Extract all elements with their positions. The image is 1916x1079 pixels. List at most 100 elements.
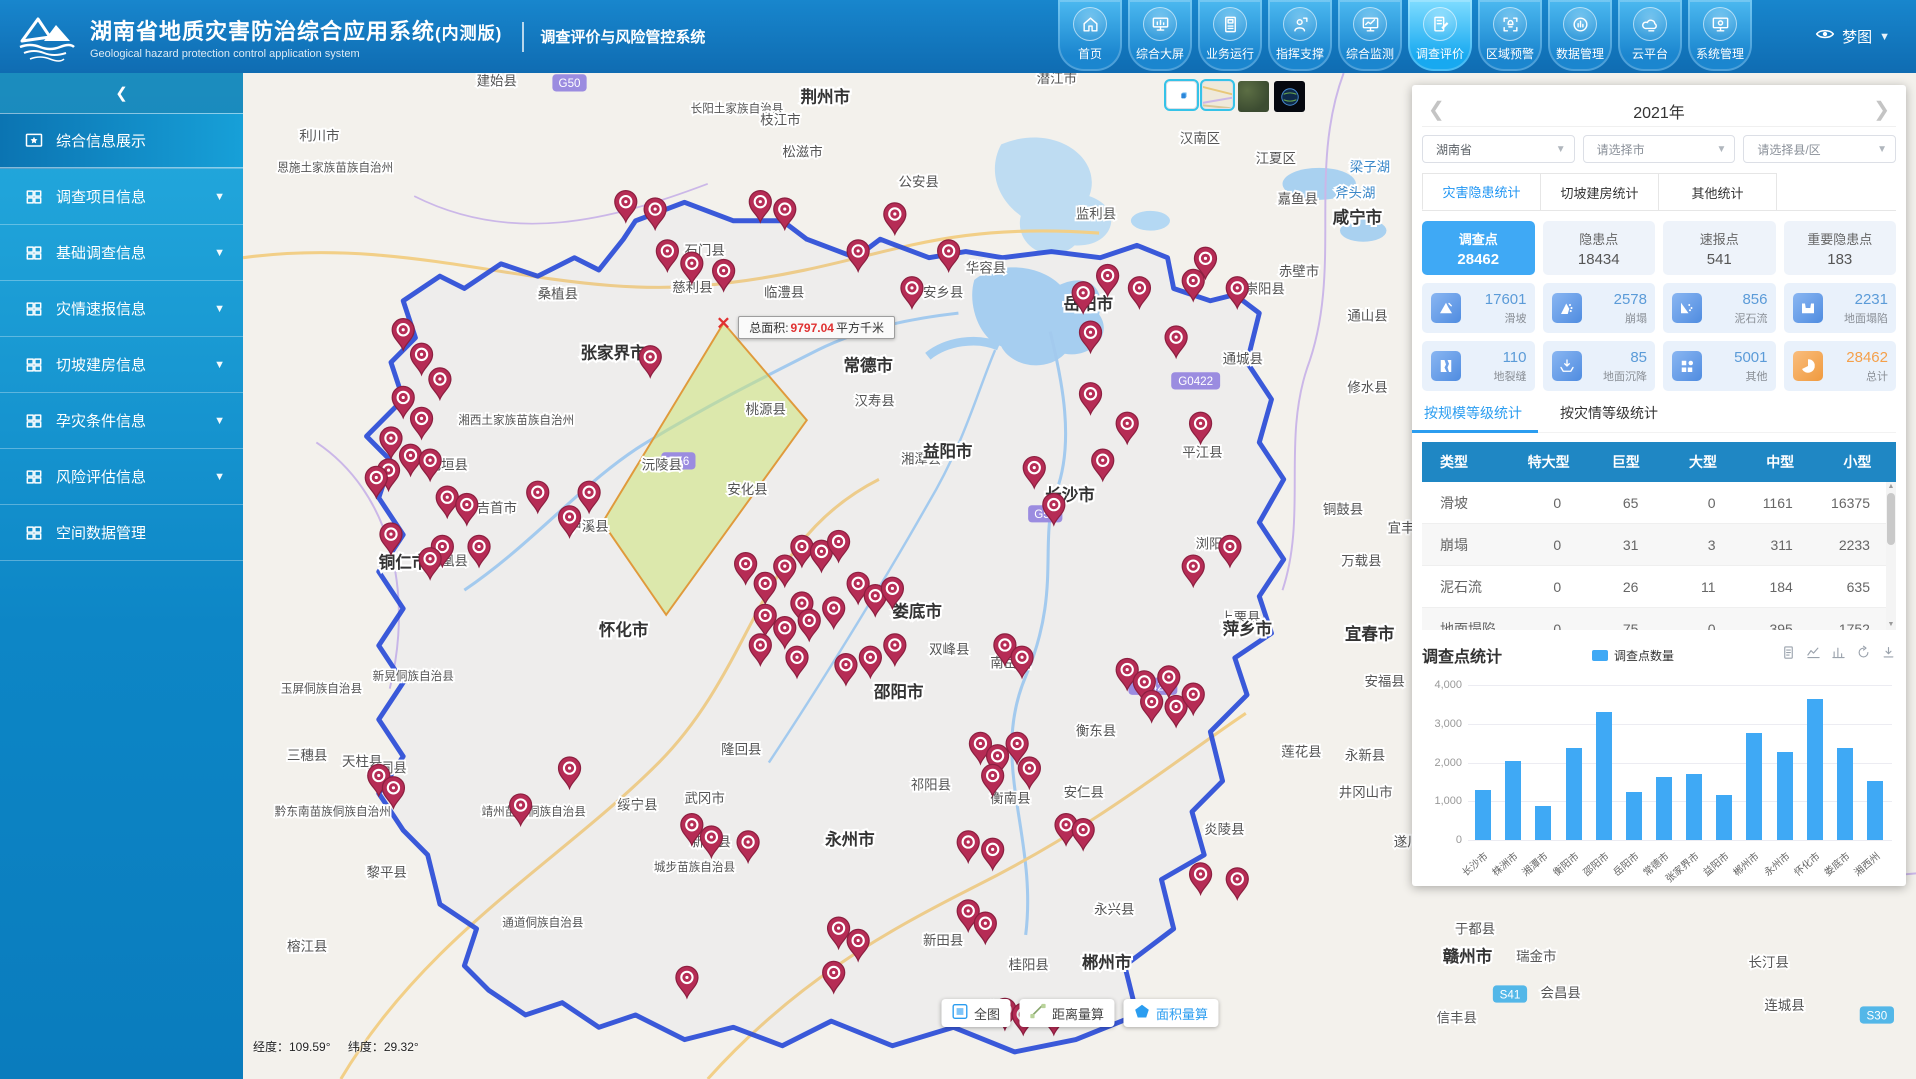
table-cell: 395	[1742, 621, 1819, 631]
sidebar-item-空间数据管理[interactable]: 空间数据管理	[0, 505, 243, 561]
chart-bar-益阳市[interactable]	[1716, 795, 1732, 840]
table-cell: 0	[1510, 495, 1587, 511]
table-row[interactable]: 泥石流02611184635	[1422, 566, 1896, 608]
grid-icon	[24, 243, 44, 263]
hazard-type-cards-row1: 17601滑坡2578崩塌856泥石流2231地面塌陷	[1422, 283, 1896, 333]
satellite-thumbnail[interactable]	[1238, 81, 1269, 112]
table-row[interactable]: 滑坡0650116116375	[1422, 482, 1896, 524]
table-body[interactable]: 滑坡0650116116375崩塌03133112233泥石流026111846…	[1422, 482, 1896, 630]
pie-icon	[1793, 351, 1823, 381]
table-scrollbar[interactable]: ▲ ▼	[1886, 482, 1896, 630]
nav-item-综合监测[interactable]: 综合监测	[1338, 0, 1402, 71]
grid-icon	[24, 299, 44, 319]
map-tool-距离量算[interactable]: 距离量算	[1019, 999, 1114, 1027]
city-label: 咸宁市	[1333, 207, 1383, 227]
map-toolbar: 全图距离量算面积量算	[941, 999, 1218, 1027]
nav-item-综合大屏[interactable]: 综合大屏	[1128, 0, 1192, 71]
chart-bar-岳阳市[interactable]	[1626, 792, 1642, 840]
y-axis-tick: 1,000	[1422, 795, 1462, 807]
nav-item-首页[interactable]: 首页	[1058, 0, 1122, 71]
map-tool-全图[interactable]: 全图	[941, 999, 1010, 1027]
county-label: 通道侗族自治县	[502, 915, 583, 929]
stat-card-速报点[interactable]: 速报点541	[1663, 221, 1776, 275]
table-row[interactable]: 地面塌陷07503951752	[1422, 608, 1896, 630]
chart-bar-长沙市[interactable]	[1475, 790, 1491, 840]
sidebar-item-label: 孕灾条件信息	[56, 410, 146, 431]
chart-bar-郴州市[interactable]	[1746, 733, 1762, 840]
nav-item-数据管理[interactable]: 数据管理	[1548, 0, 1612, 71]
county-label: 榕江县	[287, 939, 327, 954]
stat-card-调查点[interactable]: 调查点28462	[1422, 221, 1535, 275]
chart-bar-株洲市[interactable]	[1505, 761, 1521, 840]
sidebar-menu: 综合信息展示调查项目信息▼基础调查信息▼灾情速报信息▼切坡建房信息▼孕灾条件信息…	[0, 113, 243, 561]
region-select-0[interactable]: 湖南省▼	[1422, 135, 1575, 163]
map-tool-面积量算[interactable]: 面积量算	[1123, 999, 1218, 1027]
tab-切坡建房统计[interactable]: 切坡建房统计	[1540, 173, 1659, 210]
chart-bar-衡阳市[interactable]	[1566, 748, 1582, 840]
next-year-button[interactable]: ❯	[1867, 97, 1896, 122]
sidebar-item-基础调查信息[interactable]: 基础调查信息▼	[0, 225, 243, 281]
hazard-card-泥石流[interactable]: 856泥石流	[1663, 283, 1776, 333]
stat-card-value: 18434	[1578, 251, 1620, 268]
hazard-card-其他[interactable]: 5001其他	[1663, 341, 1776, 391]
user-menu[interactable]: 梦图 ▼	[1815, 0, 1890, 73]
chart-bar-湘西州[interactable]	[1867, 781, 1883, 840]
bar-chart-icon[interactable]	[1831, 645, 1846, 665]
subsidence-icon	[1552, 351, 1582, 381]
chart-bar-常德市[interactable]	[1656, 777, 1672, 840]
county-label: 恩施土家族苗族自治州	[277, 160, 393, 174]
prev-year-button[interactable]: ❮	[1422, 97, 1451, 122]
refresh-icon[interactable]	[1856, 645, 1871, 665]
table-row[interactable]: 崩塌03133112233	[1422, 524, 1896, 566]
sidebar-item-灾情速报信息[interactable]: 灾情速报信息▼	[0, 281, 243, 337]
nav-item-业务运行[interactable]: 业务运行	[1198, 0, 1262, 71]
tab-灾害隐患统计[interactable]: 灾害隐患统计	[1422, 173, 1541, 210]
chart-bar-张家界市[interactable]	[1686, 774, 1702, 840]
hazard-card-总计[interactable]: 28462总计	[1784, 341, 1897, 391]
subtab-按规模等级统计[interactable]: 按规模等级统计	[1422, 403, 1524, 432]
line-chart-icon[interactable]	[1806, 645, 1821, 665]
hazard-card-label: 总计	[1866, 368, 1888, 384]
hazard-card-地面沉降[interactable]: 85地面沉降	[1543, 341, 1656, 391]
hazard-card-label: 地面沉降	[1603, 368, 1647, 384]
sidebar-item-风险评估信息[interactable]: 风险评估信息▼	[0, 449, 243, 505]
data-view-icon[interactable]	[1781, 645, 1796, 665]
subtab-按灾情等级统计[interactable]: 按灾情等级统计	[1558, 403, 1660, 432]
hazard-card-value: 2578	[1614, 291, 1647, 308]
nav-item-区域预警[interactable]: 区域预警	[1478, 0, 1542, 71]
sidebar-item-孕灾条件信息[interactable]: 孕灾条件信息▼	[0, 393, 243, 449]
layers-icon[interactable]	[1166, 81, 1197, 109]
sidebar-collapse-button[interactable]: ❮	[0, 73, 243, 113]
nav-item-指挥支撑[interactable]: 指挥支撑	[1268, 0, 1332, 71]
stat-card-隐患点[interactable]: 隐患点18434	[1543, 221, 1656, 275]
nav-item-系统管理[interactable]: 系统管理	[1688, 0, 1752, 71]
hazard-card-崩塌[interactable]: 2578崩塌	[1543, 283, 1656, 333]
roadmap-thumbnail[interactable]	[1202, 81, 1233, 109]
scroll-up-icon[interactable]: ▲	[1886, 482, 1896, 492]
chart-bar-永州市[interactable]	[1777, 752, 1793, 840]
region-select-1[interactable]: 请选择市▼	[1583, 135, 1736, 163]
chart-bar-邵阳市[interactable]	[1596, 712, 1612, 840]
county-label: 松滋市	[782, 144, 822, 160]
hazard-card-地裂缝[interactable]: 110地裂缝	[1422, 341, 1535, 391]
chart-bar-湘潭市[interactable]	[1535, 806, 1551, 840]
globe-thumbnail[interactable]	[1274, 81, 1305, 112]
stat-card-重要隐患点[interactable]: 重要隐患点183	[1784, 221, 1897, 275]
nav-item-调查评价[interactable]: 调查评价	[1408, 0, 1472, 71]
sidebar-item-调查项目信息[interactable]: 调查项目信息▼	[0, 169, 243, 225]
sidebar-item-综合信息展示[interactable]: 综合信息展示	[0, 113, 243, 169]
download-icon[interactable]	[1881, 645, 1896, 665]
hazard-card-滑坡[interactable]: 17601滑坡	[1422, 283, 1535, 333]
nav-item-云平台[interactable]: 云平台	[1618, 0, 1682, 71]
region-select-2[interactable]: 请选择县/区▼	[1743, 135, 1896, 163]
select-value: 请选择市	[1597, 141, 1645, 158]
tab-其他统计[interactable]: 其他统计	[1658, 173, 1777, 210]
survey-icon	[1423, 7, 1457, 41]
scroll-down-icon[interactable]: ▼	[1886, 620, 1896, 630]
sidebar-item-切坡建房信息[interactable]: 切坡建房信息▼	[0, 337, 243, 393]
chart-bar-怀化市[interactable]	[1807, 699, 1823, 840]
table-cell: 1161	[1742, 495, 1819, 511]
stat-card-value: 183	[1827, 251, 1852, 268]
hazard-card-地面塌陷[interactable]: 2231地面塌陷	[1784, 283, 1897, 333]
chart-bar-娄底市[interactable]	[1837, 748, 1853, 840]
